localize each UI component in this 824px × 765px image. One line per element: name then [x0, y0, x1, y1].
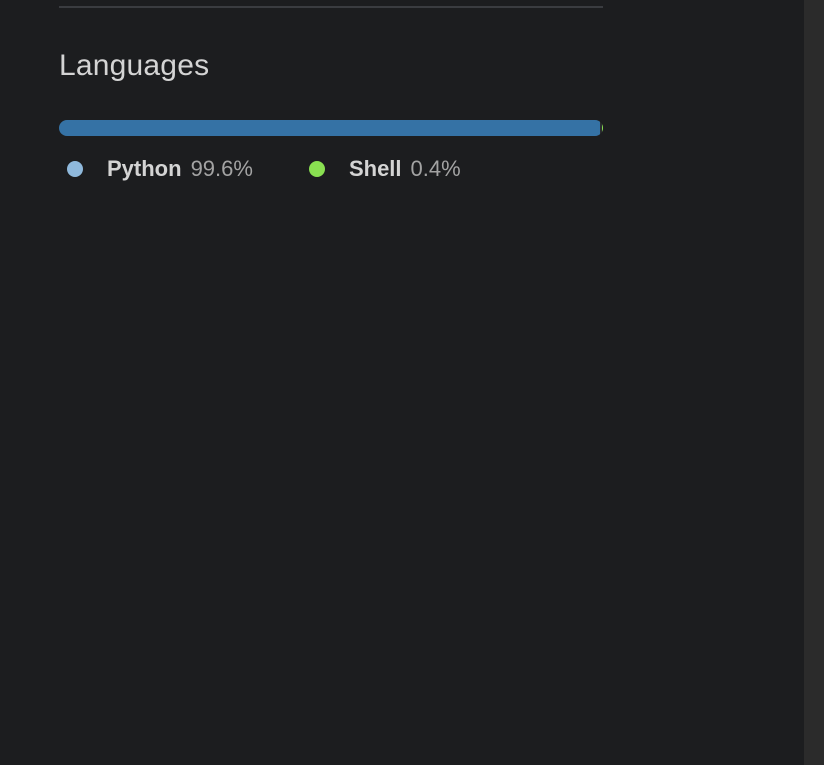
section-divider	[59, 6, 603, 8]
language-bar-segment-shell[interactable]	[601, 120, 603, 136]
legend-language-name: Python	[107, 156, 182, 181]
legend-language-name: Shell	[348, 156, 402, 181]
languages-heading[interactable]: Languages	[59, 46, 603, 86]
language-bar	[59, 120, 603, 136]
scrollbar-track[interactable]	[804, 0, 824, 765]
language-legend: Python 99.6% Shell 0.4%	[59, 156, 509, 182]
shell-color-dot-icon	[308, 161, 325, 177]
legend-language-percent: 99.6%	[190, 156, 253, 181]
legend-item-shell[interactable]: Shell 0.4%	[301, 156, 461, 182]
python-color-dot-icon	[67, 161, 83, 177]
legend-item-python[interactable]: Python 99.6%	[59, 156, 253, 182]
legend-language-percent: 0.4%	[410, 156, 461, 181]
languages-section: Languages Python 99.6% Shell 0.4%	[59, 46, 603, 181]
page: Languages Python 99.6% Shell 0.4%	[0, 0, 824, 765]
language-bar-segment-python[interactable]	[59, 120, 600, 136]
